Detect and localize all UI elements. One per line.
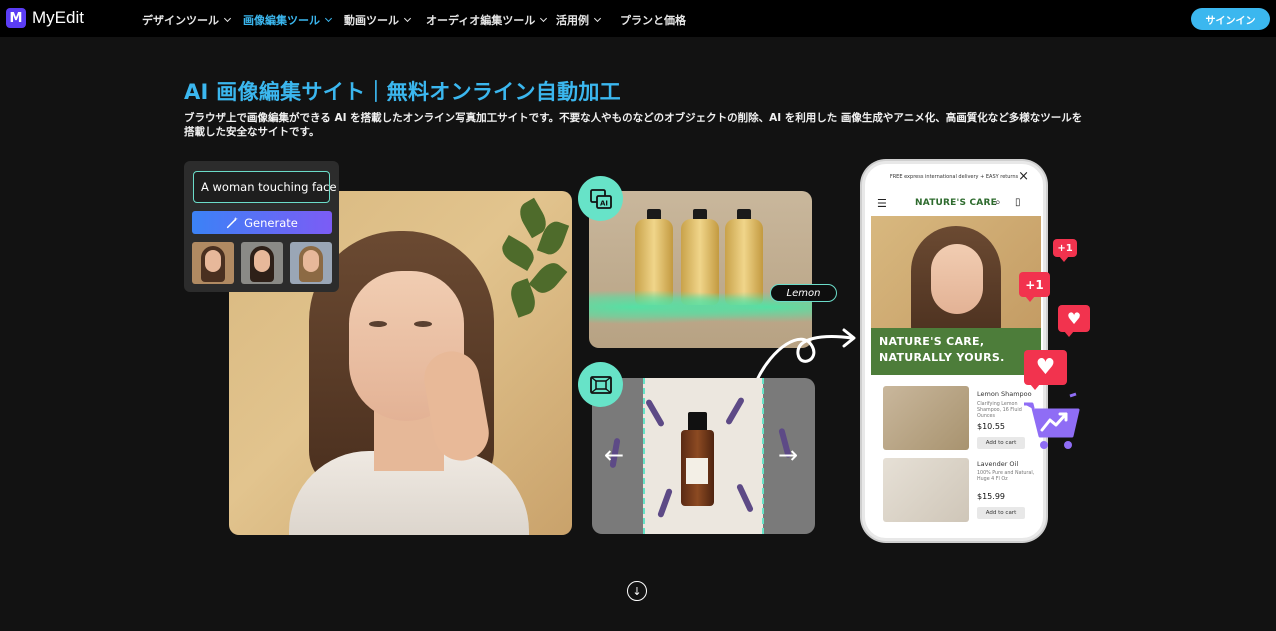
expand-icon: [578, 362, 623, 407]
store-banner-text: NATURE'S CARE, NATURALLY YOURS.: [879, 335, 1005, 364]
sales-cart-icon: [1024, 392, 1080, 449]
chevron-down-icon: [540, 14, 548, 23]
svg-text:AI: AI: [599, 199, 607, 207]
bag-icon[interactable]: ▯: [1015, 197, 1021, 208]
product-name: Lavender Oil: [977, 460, 1019, 468]
result-thumbnail[interactable]: [192, 242, 234, 284]
expand-image-demo: ← →: [592, 378, 815, 534]
close-icon[interactable]: ×: [1018, 169, 1029, 184]
chevron-down-icon: [593, 14, 602, 23]
scroll-down-button[interactable]: ↓: [627, 581, 647, 601]
menu-icon[interactable]: ☰: [877, 197, 887, 210]
heart-icon: ♥: [1058, 305, 1090, 337]
plus-one-notification: +1: [1019, 272, 1050, 302]
logo-text: MyEdit: [32, 8, 84, 27]
generate-label: Generate: [244, 215, 298, 230]
nav-item-image-edit-tools[interactable]: 画像編集ツール: [243, 12, 333, 28]
ai-image-icon: AI: [578, 176, 623, 221]
plus-one-notification: +1: [1053, 239, 1077, 262]
nav-item-label: 動画ツール: [344, 14, 399, 27]
add-to-cart-button[interactable]: Add to cart: [977, 437, 1025, 449]
arrow-down-icon: ↓: [632, 584, 642, 598]
nav-item-audio-tools[interactable]: オーディオ編集ツール: [426, 12, 548, 28]
product-image[interactable]: [883, 386, 969, 450]
chevron-down-icon: [324, 14, 333, 23]
chevron-down-icon: [223, 14, 232, 23]
nav-item-label: デザインツール: [142, 14, 219, 27]
result-thumbnail[interactable]: [290, 242, 332, 284]
logo[interactable]: M MyEdit: [6, 8, 84, 28]
shipping-notice: FREE express international delivery + EA…: [889, 174, 1019, 180]
store-hero-image: [871, 216, 1041, 328]
magic-wand-icon: [227, 216, 239, 229]
prompt-input[interactable]: A woman touching face: [193, 171, 337, 203]
phone-mockup: FREE express international delivery + EA…: [862, 161, 1046, 541]
nav-item-label: 画像編集ツール: [243, 14, 320, 27]
top-navbar: M MyEdit デザインツール 画像編集ツール 動画ツール オーディオ編集ツー…: [0, 0, 1276, 37]
heart-icon: ♥: [1024, 350, 1067, 390]
search-icon[interactable]: ⌕: [995, 197, 1001, 208]
myedit-logo-icon: M: [6, 8, 26, 28]
arrow-right-icon: →: [778, 441, 799, 469]
nav-item-label: オーディオ編集ツール: [426, 14, 536, 27]
nav-item-label: プランと価格: [620, 14, 686, 27]
generate-button[interactable]: Generate: [192, 211, 332, 234]
nav-item-label: 活用例: [556, 14, 589, 27]
page-description: ブラウザ上で画像編集ができる AI を搭載したオンライン写真加工サイトです。不要…: [184, 112, 1083, 138]
lemon-tag: Lemon: [770, 284, 837, 302]
signin-button[interactable]: サインイン: [1191, 8, 1270, 30]
arrow-left-icon: ←: [604, 441, 625, 469]
nav-item-video-tools[interactable]: 動画ツール: [344, 12, 412, 28]
chevron-down-icon: [403, 14, 412, 23]
plant-decoration: [482, 191, 572, 331]
ai-generate-panel: A woman touching face Generate: [184, 161, 339, 292]
page-title: AI 画像編集サイト｜無料オンライン自動加工: [184, 80, 621, 104]
product-image[interactable]: [883, 458, 969, 522]
product-price: $15.99: [977, 492, 1005, 501]
result-thumbnail[interactable]: [241, 242, 283, 284]
product-price: $10.55: [977, 422, 1005, 431]
product-desc: 100% Pure and Natural, Huge 4 Fl Oz: [977, 471, 1035, 482]
nav-item-pricing[interactable]: プランと価格: [620, 12, 686, 28]
nav-item-design-tools[interactable]: デザインツール: [142, 12, 232, 28]
store-brand: NATURE'S CARE: [915, 198, 997, 208]
add-to-cart-button[interactable]: Add to cart: [977, 507, 1025, 519]
nav-item-use-cases[interactable]: 活用例: [556, 12, 602, 28]
